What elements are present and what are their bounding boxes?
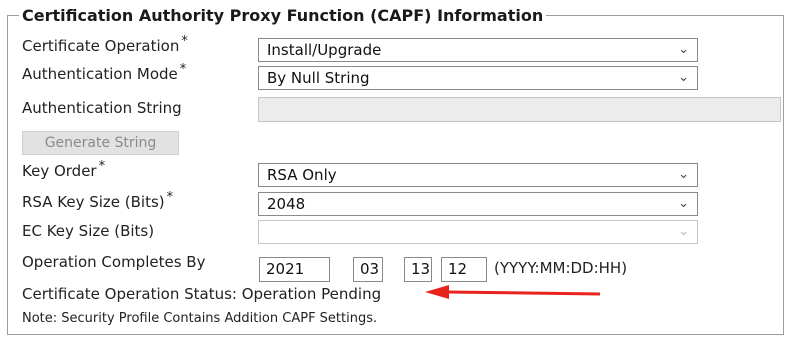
section-title: Certification Authority Proxy Function (… [19,6,547,25]
operation-completes-by-label: Operation Completes By [22,253,206,271]
year-input[interactable]: 2021 [259,257,330,282]
generate-string-button[interactable]: Generate String [22,131,179,155]
authentication-mode-label: Authentication Mode * [22,62,187,83]
chevron-down-icon: ⌄ [678,42,689,57]
rsa-key-size-label: RSA Key Size (Bits) * [22,190,174,211]
ec-key-size-select[interactable]: ⌄ [258,220,698,244]
certificate-operation-label: Certificate Operation * [22,34,188,55]
certificate-operation-status: Certificate Operation Status: Operation … [22,285,382,303]
red-arrow-icon [425,285,601,299]
ec-key-size-label: EC Key Size (Bits) [22,222,155,240]
required-marker: * [181,34,188,49]
required-marker: * [179,62,187,77]
certificate-operation-select[interactable]: Install/Upgrade ⌄ [258,38,698,62]
authentication-string-label: Authentication String [22,99,182,117]
rsa-key-size-select[interactable]: 2048 ⌄ [258,192,698,216]
day-input[interactable]: 13 [404,257,432,282]
chevron-down-icon: ⌄ [678,196,689,211]
key-order-select[interactable]: RSA Only ⌄ [258,163,698,187]
chevron-down-icon: ⌄ [678,224,689,239]
month-input[interactable]: 03 [353,257,383,282]
required-marker: * [166,190,174,205]
key-order-label: Key Order * [22,159,106,180]
hour-input[interactable]: 12 [441,257,487,282]
authentication-string-input[interactable] [258,97,781,122]
date-format-hint: (YYYY:MM:DD:HH) [494,259,628,277]
required-marker: * [98,159,106,174]
authentication-mode-select[interactable]: By Null String ⌄ [258,66,698,90]
security-profile-note: Note: Security Profile Contains Addition… [22,311,378,326]
chevron-down-icon: ⌄ [678,70,689,85]
chevron-down-icon: ⌄ [678,167,689,182]
